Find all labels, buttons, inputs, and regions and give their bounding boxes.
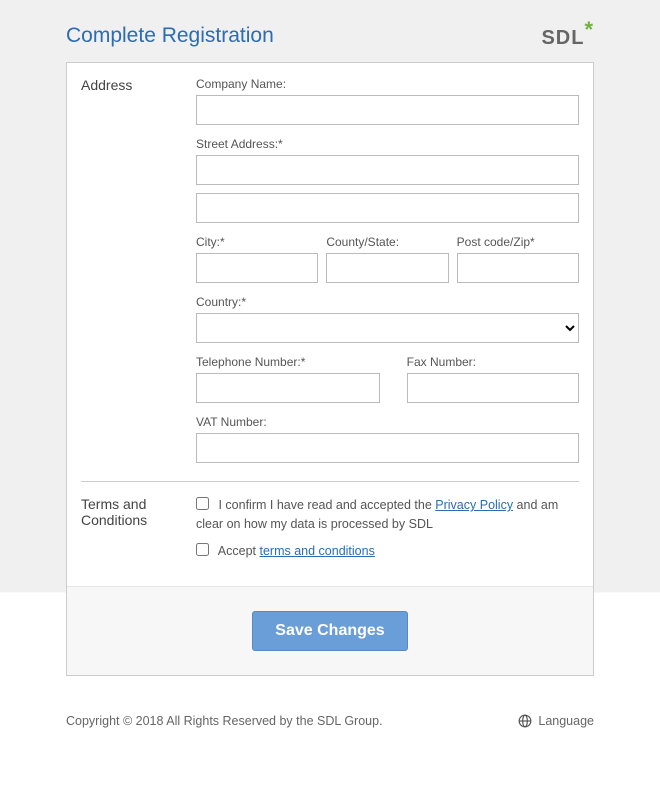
registration-card: Address Company Name: Street Address:* C… — [66, 62, 594, 676]
language-label: Language — [538, 714, 594, 728]
county-state-label: County/State: — [326, 235, 448, 249]
street-address-label: Street Address:* — [196, 137, 579, 151]
logo-star-icon: * — [584, 17, 594, 42]
street-address-1-input[interactable] — [196, 155, 579, 185]
accept-terms-text: Accept — [218, 544, 260, 558]
globe-icon — [518, 714, 532, 728]
company-name-input[interactable] — [196, 95, 579, 125]
country-label: Country:* — [196, 295, 579, 309]
language-selector[interactable]: Language — [518, 714, 594, 728]
accept-terms-checkbox[interactable] — [196, 543, 209, 556]
telephone-input[interactable] — [196, 373, 380, 403]
street-address-2-input[interactable] — [196, 193, 579, 223]
privacy-policy-checkbox[interactable] — [196, 497, 209, 510]
terms-section-label: Terms and Conditions — [81, 496, 196, 568]
save-changes-button[interactable]: Save Changes — [252, 611, 407, 651]
address-section-label: Address — [81, 77, 196, 463]
postcode-input[interactable] — [457, 253, 579, 283]
city-input[interactable] — [196, 253, 318, 283]
vat-label: VAT Number: — [196, 415, 579, 429]
county-state-input[interactable] — [326, 253, 448, 283]
copyright-text: Copyright © 2018 All Rights Reserved by … — [66, 714, 383, 728]
page-title: Complete Registration — [66, 24, 274, 48]
fax-input[interactable] — [407, 373, 579, 403]
vat-input[interactable] — [196, 433, 579, 463]
country-select[interactable] — [196, 313, 579, 343]
postcode-label: Post code/Zip* — [457, 235, 579, 249]
city-label: City:* — [196, 235, 318, 249]
fax-label: Fax Number: — [407, 355, 579, 369]
company-name-label: Company Name: — [196, 77, 579, 91]
terms-conditions-link[interactable]: terms and conditions — [259, 544, 374, 558]
privacy-policy-text: I confirm I have read and accepted the — [218, 498, 435, 512]
sdl-logo: SDL* — [541, 24, 594, 50]
privacy-policy-link[interactable]: Privacy Policy — [435, 498, 513, 512]
telephone-label: Telephone Number:* — [196, 355, 380, 369]
